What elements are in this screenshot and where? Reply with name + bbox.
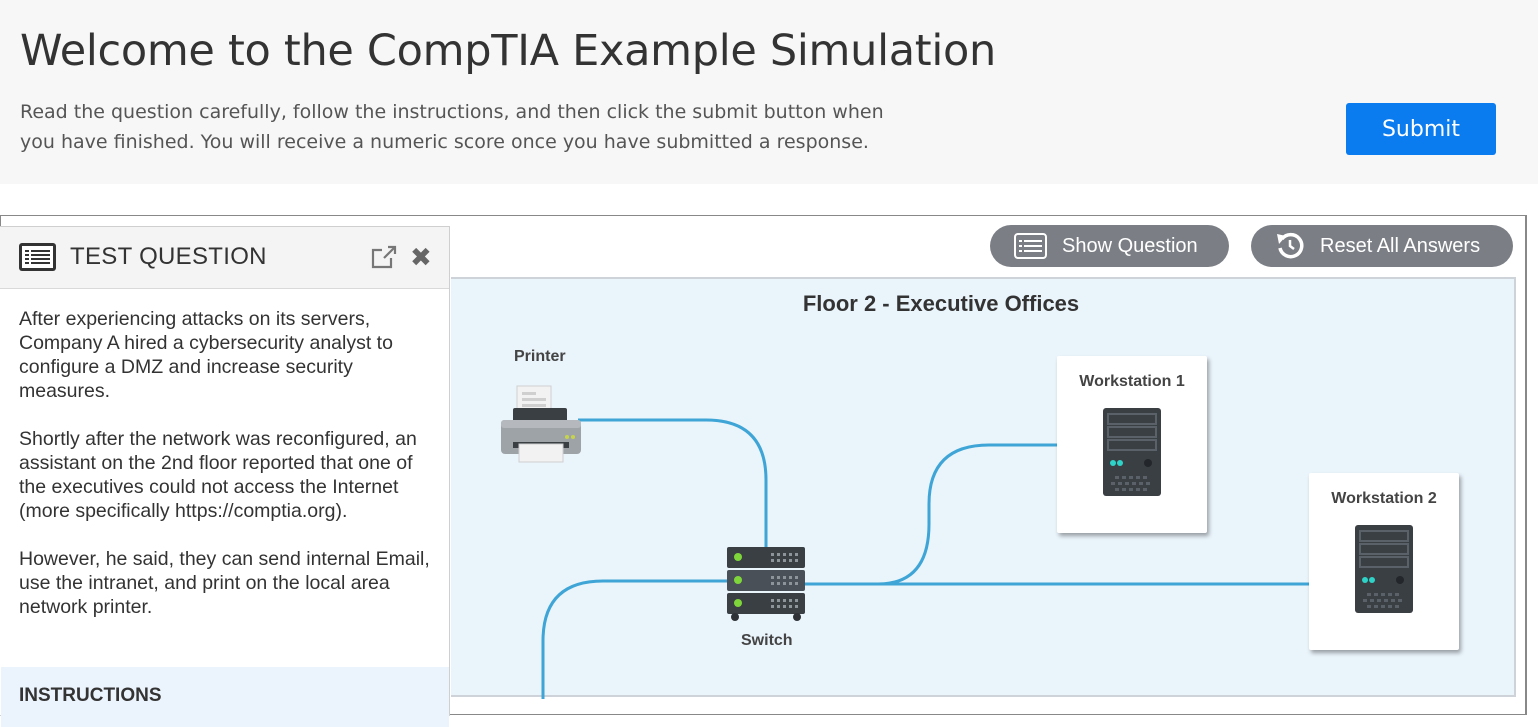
instructions-section: INSTRUCTIONS — [1, 667, 449, 727]
network-diagram: Floor 2 - Executive Offices Printer Swit… — [451, 277, 1516, 699]
question-paragraph-2: Shortly after the network was reconfigur… — [19, 428, 417, 522]
instructions-line-1: Read the question carefully, follow the … — [20, 101, 884, 123]
test-question-title: TEST QUESTION — [70, 243, 267, 270]
printer-label: Printer — [514, 348, 566, 365]
question-paragraph-3: However, he said, they can send internal… — [19, 548, 430, 618]
workstation-1-card[interactable]: Workstation 1 — [1057, 356, 1207, 533]
switch-label: Switch — [741, 632, 793, 649]
page-instructions: Read the question carefully, follow the … — [20, 97, 920, 157]
popout-icon[interactable] — [371, 245, 397, 273]
cable-printer-switch — [578, 418, 768, 551]
show-question-button[interactable]: Show Question — [990, 225, 1229, 267]
close-icon[interactable]: ✖ — [410, 245, 432, 271]
instructions-line-2: you have finished. You will receive a nu… — [20, 131, 869, 153]
list-icon — [1014, 233, 1047, 259]
show-question-label: Show Question — [1062, 234, 1198, 257]
reset-all-answers-button[interactable]: Reset All Answers — [1251, 225, 1513, 267]
list-icon — [19, 243, 56, 275]
switch-icon[interactable] — [727, 547, 805, 621]
workstation-2-card[interactable]: Workstation 2 — [1309, 473, 1459, 650]
question-paragraph-1: After experiencing attacks on its server… — [19, 308, 393, 402]
reset-all-answers-label: Reset All Answers — [1320, 234, 1481, 257]
workstation-1-tower-icon — [1103, 408, 1161, 500]
page-header: Welcome to the CompTIA Example Simulatio… — [0, 0, 1538, 184]
page-title: Welcome to the CompTIA Example Simulatio… — [20, 26, 996, 76]
reset-icon — [1275, 231, 1305, 261]
workstation-2-label: Workstation 2 — [1331, 490, 1437, 507]
test-question-header: TEST QUESTION ✖ — [0, 227, 449, 289]
printer-icon[interactable] — [501, 384, 581, 464]
question-text: After experiencing attacks on its server… — [0, 289, 449, 619]
workstation-2-tower-icon — [1355, 525, 1413, 617]
instructions-heading: INSTRUCTIONS — [19, 685, 162, 706]
cable-switch-workstation1 — [804, 443, 1057, 586]
test-question-panel: TEST QUESTION ✖ After experiencing attac… — [0, 226, 450, 727]
cable-switch-down — [541, 579, 727, 699]
workstation-1-label: Workstation 1 — [1079, 373, 1185, 390]
submit-button[interactable]: Submit — [1346, 103, 1496, 155]
